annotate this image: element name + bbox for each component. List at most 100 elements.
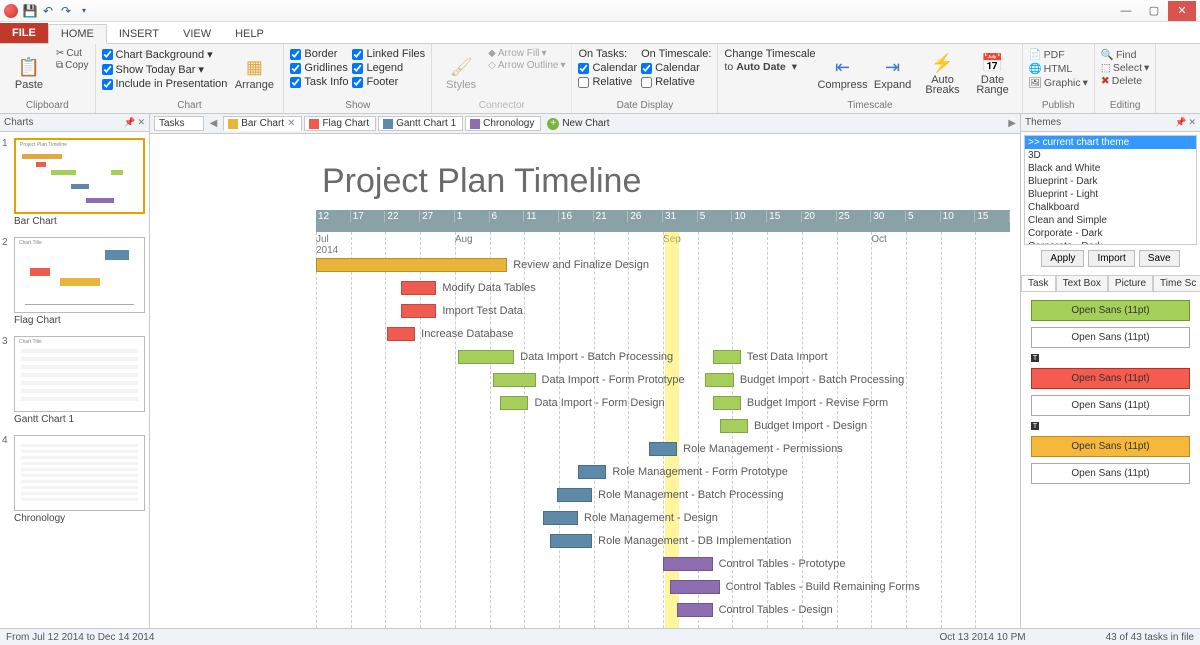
pin-icon[interactable]: 📌 xyxy=(124,117,135,128)
timescale-calendar-toggle[interactable]: Calendar xyxy=(641,62,711,74)
task-bar[interactable] xyxy=(316,258,507,272)
maximize-button[interactable]: ▢ xyxy=(1140,1,1168,21)
taskinfo-toggle[interactable]: Task Info xyxy=(290,76,348,88)
proptab-timescale[interactable]: Time Sc xyxy=(1153,275,1200,291)
auto-breaks-button[interactable]: ⚡Auto Breaks xyxy=(920,48,966,98)
scroll-left-icon[interactable]: ◀ xyxy=(206,118,222,129)
font-sample-green[interactable]: Open Sans (11pt) xyxy=(1031,300,1190,321)
scroll-right-icon[interactable]: ▶ xyxy=(1008,118,1016,129)
task-bar[interactable] xyxy=(578,465,606,479)
arrange-button[interactable]: ▦ Arrange xyxy=(231,48,277,98)
find-button[interactable]: 🔍 Find xyxy=(1101,48,1149,61)
tab-gantt-chart[interactable]: Gantt Chart 1 xyxy=(378,116,463,131)
arrow-fill-button: ◆ Arrow Fill ▾ xyxy=(488,48,565,59)
tasks-relative-toggle[interactable]: Relative xyxy=(578,76,637,88)
task-bar[interactable] xyxy=(713,350,741,364)
task-label: Role Management - Form Prototype xyxy=(612,466,787,478)
status-bar: From Jul 12 2014 to Dec 14 2014 Oct 13 2… xyxy=(0,628,1200,645)
new-chart-button[interactable]: + New Chart xyxy=(543,117,615,131)
close-icon[interactable]: ✕ xyxy=(1188,117,1196,128)
thumb-bar-chart[interactable]: Project Plan Timeline xyxy=(14,138,145,214)
tab-flag-chart[interactable]: Flag Chart xyxy=(304,116,376,131)
task-bar[interactable] xyxy=(543,511,578,525)
tab-chronology[interactable]: Chronology xyxy=(465,116,541,131)
task-bar[interactable] xyxy=(720,419,748,433)
tab-insert[interactable]: INSERT xyxy=(107,25,171,43)
save-button[interactable]: Save xyxy=(1139,250,1180,267)
task-bar[interactable] xyxy=(500,396,528,410)
task-bar[interactable] xyxy=(550,534,592,548)
task-bar[interactable] xyxy=(493,373,535,387)
html-button[interactable]: 🌐 HTML xyxy=(1029,62,1088,75)
font-sample-orange[interactable]: Open Sans (11pt) xyxy=(1031,436,1190,457)
qat-dropdown-icon[interactable]: ▾ xyxy=(76,3,92,19)
tab-bar-chart[interactable]: Bar Chart ✕ xyxy=(223,116,302,131)
close-tab-icon[interactable]: ✕ xyxy=(287,118,295,129)
task-bar[interactable] xyxy=(557,488,592,502)
proptab-task[interactable]: Task xyxy=(1021,275,1056,291)
proptab-picture[interactable]: Picture xyxy=(1108,275,1153,291)
pin-icon[interactable]: 📌 xyxy=(1175,117,1186,128)
pdf-button[interactable]: 📄 PDF xyxy=(1029,48,1088,61)
timescale-to-dropdown[interactable]: to Auto Date ▾ xyxy=(724,61,815,73)
chart-background-toggle[interactable]: Chart Background ▾ xyxy=(102,48,228,61)
task-bar[interactable] xyxy=(705,373,733,387)
task-bar[interactable] xyxy=(401,304,436,318)
paste-button[interactable]: 📋 Paste xyxy=(6,48,52,98)
footer-toggle[interactable]: Footer xyxy=(352,76,425,88)
chart-canvas[interactable]: Project Plan Timeline 121722271611162126… xyxy=(150,134,1020,628)
thumb-flag-chart[interactable]: Chart Title xyxy=(14,237,145,313)
compress-button[interactable]: ⇤Compress xyxy=(820,48,866,98)
styles-icon: 🖌 xyxy=(449,55,473,79)
thumb-chronology[interactable] xyxy=(14,435,145,511)
task-bar[interactable] xyxy=(387,327,415,341)
close-button[interactable]: ✕ xyxy=(1168,1,1196,21)
task-bar[interactable] xyxy=(677,603,712,617)
font-sample-plain-2[interactable]: Open Sans (11pt) xyxy=(1031,395,1190,416)
linked-files-toggle[interactable]: Linked Files xyxy=(352,48,425,60)
select-button[interactable]: ⬚ Select ▾ xyxy=(1101,62,1149,74)
timescale-relative-toggle[interactable]: Relative xyxy=(641,76,711,88)
theme-list[interactable]: >> current chart theme3DBlack and WhiteB… xyxy=(1024,135,1197,245)
undo-icon[interactable]: ↶ xyxy=(40,3,56,19)
task-bar[interactable] xyxy=(401,281,436,295)
graphic-button[interactable]: 🖼 Graphic ▾ xyxy=(1029,76,1088,89)
task-bar[interactable] xyxy=(663,557,713,571)
import-button[interactable]: Import xyxy=(1088,250,1134,267)
thumb-gantt-chart[interactable]: Chart Title xyxy=(14,336,145,412)
task-bar[interactable] xyxy=(458,350,515,364)
delete-button[interactable]: ✖ Delete xyxy=(1101,75,1149,87)
tab-file[interactable]: FILE xyxy=(0,23,48,43)
timescale-ruler[interactable]: 121722271611162126315101520253051015 xyxy=(316,210,1010,232)
expand-button[interactable]: ⇥Expand xyxy=(870,48,916,98)
tab-help[interactable]: HELP xyxy=(223,25,276,43)
status-task-count: 43 of 43 tasks in file xyxy=(1106,632,1194,643)
close-icon[interactable]: ✕ xyxy=(137,117,145,128)
show-today-bar-toggle[interactable]: Show Today Bar ▾ xyxy=(102,63,228,76)
font-sample-red[interactable]: Open Sans (11pt) xyxy=(1031,368,1190,389)
task-label: Role Management - Batch Processing xyxy=(598,489,783,501)
task-label: Review and Finalize Design xyxy=(513,259,649,271)
border-toggle[interactable]: Border xyxy=(290,48,348,60)
font-sample-plain-3[interactable]: Open Sans (11pt) xyxy=(1031,463,1190,484)
task-label: Data Import - Batch Processing xyxy=(520,351,673,363)
date-range-button[interactable]: 📅Date Range xyxy=(970,48,1016,98)
font-sample-plain-1[interactable]: Open Sans (11pt) xyxy=(1031,327,1190,348)
task-bar[interactable] xyxy=(713,396,741,410)
tab-tasks[interactable]: Tasks xyxy=(154,116,204,131)
legend-toggle[interactable]: Legend xyxy=(352,62,425,74)
minimize-button[interactable]: — xyxy=(1112,1,1140,21)
proptab-textbox[interactable]: Text Box xyxy=(1056,275,1108,291)
gridlines-toggle[interactable]: Gridlines xyxy=(290,62,348,74)
task-bar[interactable] xyxy=(649,442,677,456)
redo-icon[interactable]: ↷ xyxy=(58,3,74,19)
cut-button[interactable]: ✂ Cut xyxy=(56,48,89,59)
tab-home[interactable]: HOME xyxy=(48,24,107,44)
copy-button[interactable]: ⧉ Copy xyxy=(56,60,89,71)
tasks-calendar-toggle[interactable]: Calendar xyxy=(578,62,637,74)
tab-view[interactable]: VIEW xyxy=(171,25,223,43)
task-bar[interactable] xyxy=(670,580,720,594)
save-icon[interactable]: 💾 xyxy=(22,3,38,19)
include-presentation-toggle[interactable]: Include in Presentation xyxy=(102,78,228,90)
apply-button[interactable]: Apply xyxy=(1041,250,1084,267)
